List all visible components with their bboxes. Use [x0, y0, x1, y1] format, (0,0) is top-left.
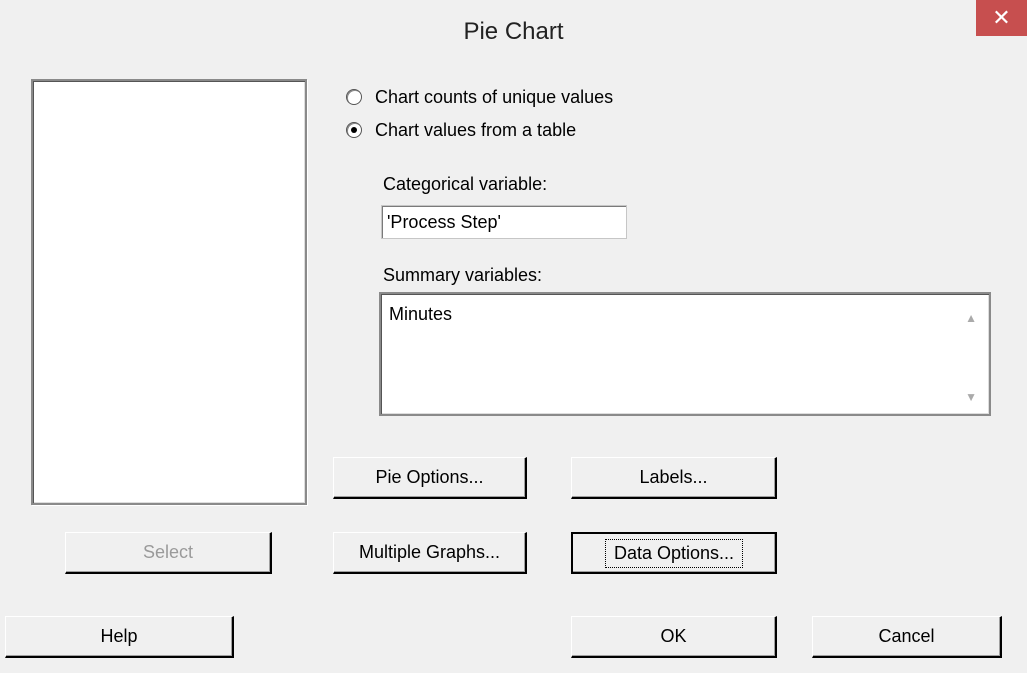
multiple-graphs-button[interactable]: Multiple Graphs...	[333, 532, 527, 574]
radio-chart-counts[interactable]: Chart counts of unique values	[346, 84, 613, 110]
radio-label-values: Chart values from a table	[375, 119, 577, 140]
labels-button[interactable]: Labels...	[571, 457, 777, 499]
chevron-down-icon[interactable]: ▼	[965, 390, 977, 404]
chevron-up-icon[interactable]: ▲	[965, 311, 977, 325]
cancel-button[interactable]: Cancel	[812, 616, 1002, 658]
categorical-variable-label: Categorical variable:	[383, 174, 548, 194]
select-button[interactable]: Select	[65, 532, 272, 574]
summary-variables-label: Summary variables:	[383, 265, 543, 285]
help-button[interactable]: Help	[5, 616, 234, 658]
radio-chart-values[interactable]: Chart values from a table	[346, 117, 576, 143]
radio-label-counts: Chart counts of unique values	[375, 86, 614, 107]
close-button[interactable]: ✕	[976, 0, 1027, 36]
ok-button[interactable]: OK	[571, 616, 777, 658]
data-options-button[interactable]: Data Options...	[571, 532, 777, 574]
title-bar: Pie Chart ✕	[0, 0, 1027, 70]
pie-options-button[interactable]: Pie Options...	[333, 457, 527, 499]
categorical-variable-input[interactable]: 'Process Step'	[381, 205, 627, 239]
radio-button[interactable]	[346, 89, 362, 105]
data-options-label: Data Options...	[604, 538, 744, 568]
window-title: Pie Chart	[463, 18, 564, 45]
summary-variables-input[interactable]: Minutes ▲ ▼	[379, 292, 991, 416]
radio-button-checked[interactable]	[346, 122, 362, 138]
summary-variables-value: Minutes	[389, 304, 453, 324]
close-icon: ✕	[992, 5, 1011, 30]
variable-listbox[interactable]	[31, 79, 307, 505]
